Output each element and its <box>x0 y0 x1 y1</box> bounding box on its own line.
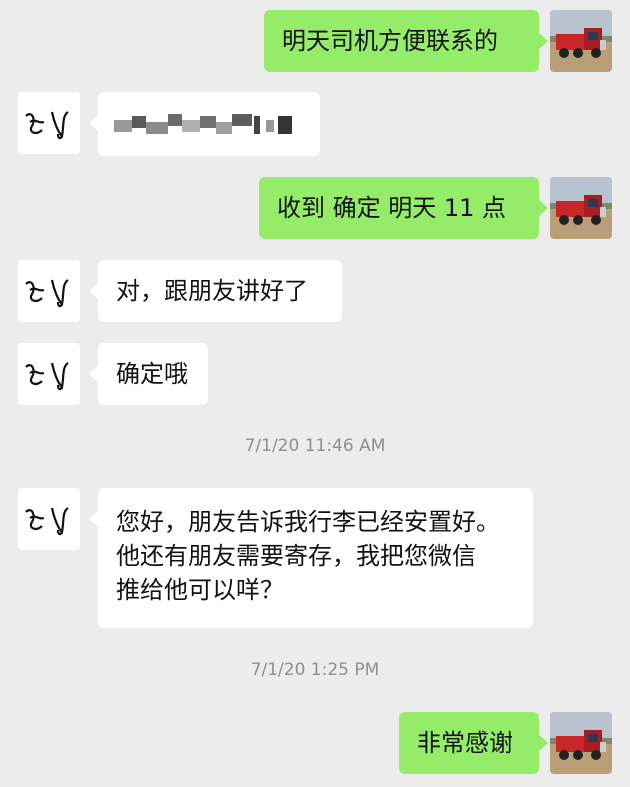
handwritten-initials-icon <box>25 111 69 140</box>
timestamp: 7/1/20 11:46 AM <box>244 436 386 456</box>
contact-message-bubble[interactable]: 对，跟朋友讲好了 <box>89 260 342 322</box>
my-message-bubble[interactable]: 非常感谢 <box>399 712 548 774</box>
handwritten-initials-icon <box>25 362 69 391</box>
handwritten-initials-icon <box>25 279 69 308</box>
truck-icon <box>550 712 612 774</box>
message-text: 明天司机方便联系的 <box>282 27 498 55</box>
contact-message-bubble[interactable]: 您好，朋友告诉我行李已经安置好。 他还有朋友需要寄存，我把您微信 推给他可以咩？ <box>89 488 533 628</box>
my-avatar[interactable] <box>550 712 612 774</box>
message-text: 非常感谢 <box>417 729 513 757</box>
my-avatar[interactable] <box>550 177 612 239</box>
contact-avatar[interactable] <box>18 488 80 550</box>
contact-avatar[interactable] <box>18 343 80 405</box>
handwritten-initials-icon <box>25 507 69 536</box>
message-text: 确定哦 <box>116 360 188 388</box>
timestamp: 7/1/20 1:25 PM <box>250 660 380 680</box>
my-avatar[interactable] <box>550 10 612 72</box>
message-text: 对，跟朋友讲好了 <box>116 277 308 305</box>
contact-avatar[interactable] <box>18 260 80 322</box>
my-message-bubble[interactable]: 明天司机方便联系的 <box>264 10 548 72</box>
truck-icon <box>550 177 612 239</box>
truck-icon <box>550 10 612 72</box>
contact-message-bubble[interactable]: 确定哦 <box>89 343 208 405</box>
message-text: 您好，朋友告诉我行李已经安置好。 他还有朋友需要寄存，我把您微信 推给他可以咩？ <box>116 508 500 604</box>
contact-message-bubble[interactable] <box>89 92 320 156</box>
message-text: 收到 确定 明天 11 点 <box>277 194 507 222</box>
my-message-bubble[interactable]: 收到 确定 明天 11 点 <box>259 177 548 239</box>
pixelated-phone-number <box>114 110 304 140</box>
contact-avatar[interactable] <box>18 92 80 154</box>
